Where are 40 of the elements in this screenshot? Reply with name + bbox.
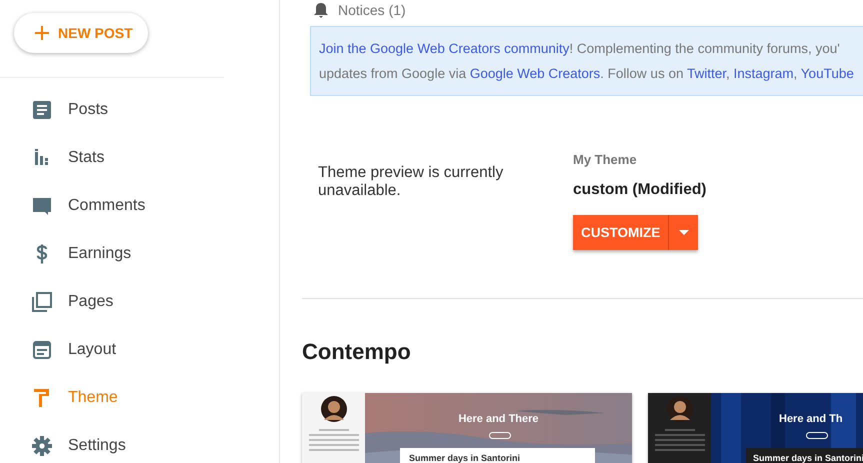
subscribe-pill bbox=[806, 432, 828, 439]
theme-name: custom (Modified) bbox=[573, 181, 706, 199]
sidebar-item[interactable]: Posts bbox=[0, 86, 220, 134]
banner-link[interactable]: Google Web Creators bbox=[470, 66, 600, 81]
avatar-icon bbox=[666, 396, 692, 422]
settings-icon bbox=[30, 434, 54, 458]
theme-thumbnail[interactable]: Here and There Summer days in Santorini bbox=[302, 393, 632, 463]
banner-text: updates from Google via bbox=[319, 66, 468, 81]
post-title: Summer days in Santorini bbox=[409, 453, 520, 463]
sidebar-item[interactable]: Stats bbox=[0, 134, 220, 182]
preview-message: Theme preview is currently unavailable. bbox=[318, 164, 504, 201]
banner-text: , bbox=[794, 66, 798, 81]
sidebar-item[interactable]: Earnings bbox=[0, 230, 220, 278]
sidebar-item[interactable]: Settings bbox=[0, 422, 220, 463]
banner-link[interactable]: Instagram bbox=[734, 66, 794, 81]
avatar-icon bbox=[320, 396, 346, 422]
section-title: Contempo bbox=[302, 339, 412, 365]
subscribe-pill bbox=[488, 432, 510, 439]
layout-icon bbox=[30, 338, 54, 362]
plus-icon bbox=[34, 25, 50, 41]
blog-title: Here and There bbox=[457, 413, 540, 425]
banner-text: , bbox=[726, 66, 731, 81]
banner-link[interactable]: YouTube bbox=[800, 66, 854, 81]
post-title: Summer days in Santorini bbox=[753, 453, 863, 463]
sidebar-item[interactable]: Pages bbox=[0, 278, 220, 326]
dropdown-button[interactable] bbox=[668, 215, 698, 250]
banner-text: ! Complementing the community forums, you' bbox=[569, 41, 840, 56]
stacked-pages-icon bbox=[30, 290, 54, 314]
theme-thumbnail[interactable]: Here and Th Summer days in Santorini bbox=[648, 393, 863, 463]
blog-title: Here and Th bbox=[779, 413, 843, 425]
banner-link[interactable]: Twitter bbox=[686, 66, 726, 81]
bell-icon bbox=[312, 2, 330, 18]
banner-text: . Follow us on bbox=[600, 66, 684, 81]
document-icon bbox=[30, 98, 54, 122]
my-theme-heading: My Theme bbox=[573, 152, 637, 167]
sidebar-item[interactable]: Comments bbox=[0, 182, 220, 230]
notices-link[interactable]: Notices (1) bbox=[338, 2, 406, 18]
caret-icon bbox=[678, 230, 689, 235]
banner-link[interactable]: Join the Google Web Creators community bbox=[319, 41, 570, 56]
sidebar-item[interactable]: Layout bbox=[0, 326, 220, 374]
